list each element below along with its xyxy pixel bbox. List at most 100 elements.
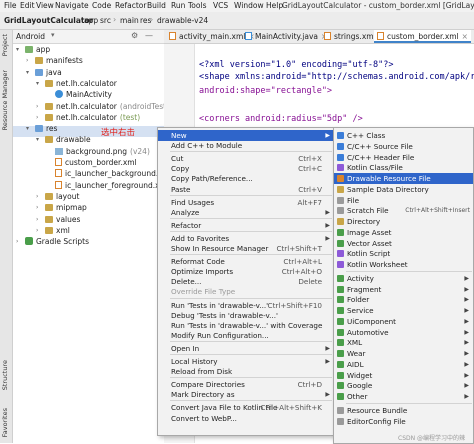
- gear-icon[interactable]: ⚙: [131, 31, 138, 40]
- menu-edit[interactable]: Edit: [20, 1, 35, 10]
- menu-item-refactor[interactable]: Refactor ▶: [158, 220, 334, 231]
- tab-mainactivity-java[interactable]: MainActivity.java×: [242, 30, 330, 43]
- chevron-right-icon[interactable]: ›: [26, 55, 28, 66]
- tree-item-net-lh-calculator-test[interactable]: › net.lh.calculator (test): [36, 112, 140, 123]
- tree-item-app[interactable]: ▾ app: [16, 44, 50, 55]
- menu-window[interactable]: Window: [234, 1, 264, 10]
- submenu-item-folder[interactable]: Folder ▶: [334, 294, 473, 305]
- submenu-item-scratch-file[interactable]: Scratch File Ctrl+Alt+Shift+Insert: [334, 205, 473, 216]
- menu-navigate[interactable]: Navigate: [55, 1, 89, 10]
- menu-item-reload-from-disk[interactable]: Reload from Disk: [158, 366, 334, 377]
- chevron-down-icon[interactable]: ▾: [51, 31, 55, 39]
- minimize-icon[interactable]: —: [145, 31, 153, 40]
- tool-window-project[interactable]: Project: [1, 34, 9, 56]
- tool-window-structure[interactable]: Structure: [1, 360, 9, 390]
- chevron-down-icon[interactable]: ▾: [26, 123, 29, 134]
- chevron-right-icon[interactable]: ›: [36, 225, 38, 236]
- submenu-item-automotive[interactable]: Automotive ▶: [334, 327, 473, 338]
- tool-window-resource-manager[interactable]: Resource Manager: [1, 70, 9, 130]
- submenu-arrow-icon: ▶: [464, 382, 469, 390]
- tree-item-drawable[interactable]: ▾ drawable: [36, 134, 91, 145]
- submenu-item-google[interactable]: Google ▶: [334, 380, 473, 391]
- tool-window-favorites[interactable]: Favorites: [1, 408, 9, 437]
- tree-item-background-png-v24[interactable]: background.png (v24): [55, 146, 150, 157]
- breadcrumb-drawable-v24[interactable]: drawable-v24: [157, 16, 208, 25]
- chevron-right-icon[interactable]: ›: [36, 202, 38, 213]
- tree-item-manifests[interactable]: › manifests: [26, 55, 83, 66]
- submenu-arrow-icon: ▶: [325, 221, 330, 229]
- menu-view[interactable]: View: [36, 1, 54, 10]
- submenu-item-drawable-resource-file[interactable]: Drawable Resource File: [334, 173, 473, 184]
- submenu-item-uicomponent[interactable]: UiComponent ▶: [334, 316, 473, 327]
- submenu-item-sample-data-directory[interactable]: Sample Data Directory: [334, 184, 473, 195]
- submenu-item-directory[interactable]: Directory: [334, 216, 473, 227]
- menu-help[interactable]: Help: [266, 1, 283, 10]
- submenu-item-other[interactable]: Other ▶: [334, 391, 473, 402]
- close-icon[interactable]: ×: [462, 32, 468, 41]
- chevron-down-icon[interactable]: ▾: [16, 44, 19, 55]
- menu-build[interactable]: Build: [147, 1, 166, 10]
- submenu-item-vector-asset[interactable]: Vector Asset: [334, 238, 473, 249]
- service-icon: [337, 307, 344, 314]
- project-view-selector[interactable]: Android: [16, 32, 45, 41]
- submenu-item-aidl[interactable]: AIDL ▶: [334, 359, 473, 370]
- submenu-item-file[interactable]: File: [334, 195, 473, 206]
- xml-file-icon: [55, 158, 62, 166]
- submenu-item-service[interactable]: Service ▶: [334, 305, 473, 316]
- submenu-item-kotlin-class-file[interactable]: Kotlin Class/File: [334, 162, 473, 173]
- chevron-right-icon[interactable]: ›: [36, 191, 38, 202]
- submenu-item-image-asset[interactable]: Image Asset: [334, 227, 473, 238]
- submenu-item-wear[interactable]: Wear ▶: [334, 348, 473, 359]
- chevron-down-icon[interactable]: ▾: [36, 134, 39, 145]
- folder-icon: [45, 102, 53, 110]
- menu-run[interactable]: Run: [171, 1, 185, 10]
- tree-item-net-lh-calculator-androidtest[interactable]: › net.lh.calculator (androidTest): [36, 101, 169, 112]
- menu-item-add-c-to-module[interactable]: Add C++ to Module: [158, 140, 334, 151]
- menu-vcs[interactable]: VCS: [213, 1, 228, 10]
- menu-tools[interactable]: Tools: [188, 1, 206, 10]
- breadcrumb-src[interactable]: src: [100, 16, 111, 25]
- menu-item-modify-run-configuration[interactable]: Modify Run Configuration...: [158, 330, 334, 341]
- chevron-right-icon[interactable]: ›: [36, 112, 38, 123]
- menu-item-show-in-resource-manager[interactable]: Show In Resource Manager Ctrl+Shift+T: [158, 243, 334, 254]
- tree-item-java[interactable]: ▾ java: [26, 67, 62, 78]
- tree-item-values[interactable]: › values: [36, 214, 80, 225]
- submenu-item-editorconfig-file[interactable]: EditorConfig File: [334, 416, 473, 427]
- submenu-item-resource-bundle[interactable]: Resource Bundle: [334, 405, 473, 416]
- submenu-item-kotlin-worksheet[interactable]: Kotlin Worksheet: [334, 259, 473, 270]
- submenu-item-c-c-header-file[interactable]: C/C++ Header File: [334, 152, 473, 163]
- chevron-right-icon[interactable]: ›: [36, 214, 38, 225]
- chevron-down-icon[interactable]: ▾: [26, 67, 29, 78]
- menu-item-analyze[interactable]: Analyze ▶: [158, 207, 334, 218]
- tree-item-res[interactable]: ▾ res: [26, 123, 58, 134]
- chevron-right-icon[interactable]: ›: [16, 236, 18, 247]
- breadcrumb-separator: ›: [93, 15, 97, 24]
- submenu-item-xml[interactable]: XML ▶: [334, 337, 473, 348]
- xml-file-icon: [55, 169, 62, 178]
- menu-item-open-in[interactable]: Open In ▶: [158, 343, 334, 354]
- menu-item-convert-to-webp[interactable]: Convert to WebP...: [158, 413, 334, 424]
- tree-item-net-lh-calculator[interactable]: ▾ net.lh.calculator: [36, 78, 117, 89]
- tree-item-label: res: [46, 124, 58, 134]
- submenu-item-widget[interactable]: Widget ▶: [334, 370, 473, 381]
- menu-code[interactable]: Code: [92, 1, 111, 10]
- tab-custom-border-xml[interactable]: custom_border.xml ×: [374, 30, 471, 43]
- submenu-item-activity[interactable]: Activity ▶: [334, 273, 473, 284]
- menu-item-mark-directory-as[interactable]: Mark Directory as ▶: [158, 389, 334, 400]
- tree-item-mainactivity[interactable]: MainActivity: [55, 89, 112, 100]
- tree-item-mipmap[interactable]: › mipmap: [36, 202, 87, 213]
- submenu-item-fragment[interactable]: Fragment ▶: [334, 284, 473, 295]
- tree-item-custom-border-xml[interactable]: custom_border.xml: [55, 157, 137, 168]
- menu-refactor[interactable]: Refactor: [115, 1, 146, 10]
- submenu-item-kotlin-script[interactable]: Kotlin Script: [334, 248, 473, 259]
- chevron-down-icon[interactable]: ▾: [36, 78, 39, 89]
- tree-item-layout[interactable]: › layout: [36, 191, 79, 202]
- tree-item-gradle-scripts[interactable]: › Gradle Scripts: [16, 236, 89, 247]
- submenu-item-c-class[interactable]: C++ Class: [334, 130, 473, 141]
- menu-item-paste[interactable]: Paste Ctrl+V: [158, 184, 334, 195]
- tree-item-ic-launcher-background-xml[interactable]: ic_launcher_background.xml: [55, 168, 172, 179]
- menu-file[interactable]: File: [4, 1, 17, 10]
- tree-item-xml[interactable]: › xml: [36, 225, 70, 236]
- chevron-right-icon[interactable]: ›: [36, 101, 38, 112]
- submenu-item-c-c-source-file[interactable]: C/C++ Source File: [334, 141, 473, 152]
